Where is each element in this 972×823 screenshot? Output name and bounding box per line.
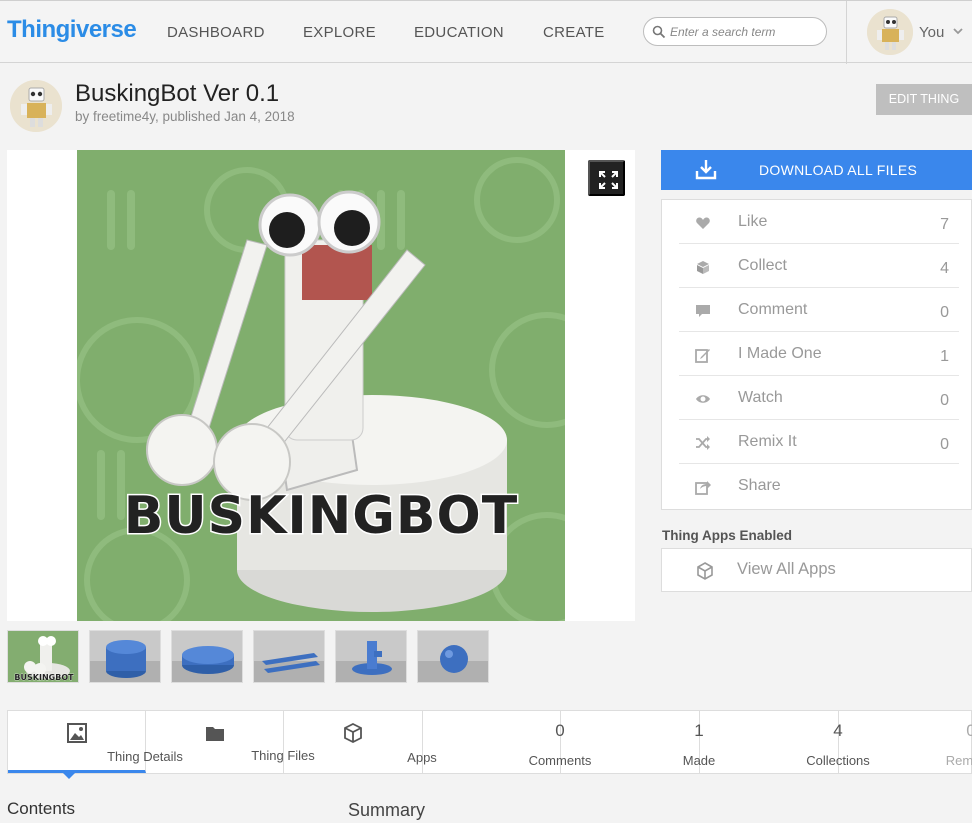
chevron-down-icon[interactable] <box>953 28 963 35</box>
share-icon <box>695 481 711 495</box>
action-count: 0 <box>940 392 949 409</box>
page-title: BuskingBot Ver 0.1 <box>75 80 280 107</box>
download-all-files-button[interactable]: DOWNLOAD ALL FILES <box>661 150 972 190</box>
nav-dashboard[interactable]: DASHBOARD <box>167 24 265 41</box>
thing-actions-panel: Like 7 Collect 4 Comment 0 I Made One 1 … <box>661 199 972 510</box>
remix-action[interactable]: Remix It 0 <box>679 420 959 464</box>
action-count: 4 <box>940 260 949 277</box>
tab-collections[interactable]: 4 Collections <box>700 711 870 773</box>
action-label: Comment <box>738 301 808 318</box>
action-label: Remix It <box>738 433 797 450</box>
tab-made[interactable]: 1 Made <box>561 711 715 773</box>
download-label: DOWNLOAD ALL FILES <box>759 162 918 178</box>
edit-icon <box>695 349 710 363</box>
action-count: 0 <box>940 304 949 321</box>
edit-thing-button[interactable]: EDIT THING <box>876 84 972 115</box>
image-icon <box>66 723 87 743</box>
heart-icon <box>696 217 710 229</box>
thumbnail-1-text: BUSKINGBOT <box>14 673 74 682</box>
tab-thing-files[interactable]: Thing Files <box>146 711 315 773</box>
share-action[interactable]: Share <box>679 464 959 508</box>
collect-action[interactable]: Collect 4 <box>679 244 959 288</box>
action-count: 0 <box>940 436 949 453</box>
view-all-apps-label: View All Apps <box>737 560 836 578</box>
nav-create[interactable]: CREATE <box>543 24 605 41</box>
tab-apps[interactable]: Apps <box>284 711 437 773</box>
thumbnail-6[interactable] <box>417 630 489 683</box>
thumbnail-5[interactable] <box>335 630 407 683</box>
nav-explore[interactable]: EXPLORE <box>303 24 376 41</box>
nav-education[interactable]: EDUCATION <box>414 24 504 41</box>
tab-thing-details[interactable]: Thing Details <box>8 711 183 773</box>
eye-icon <box>696 395 710 403</box>
expand-icon <box>599 171 618 189</box>
top-navigation-bar: Thingiverse DASHBOARD EXPLORE EDUCATION … <box>0 0 972 64</box>
shuffle-icon <box>696 436 710 450</box>
active-tab-pointer <box>62 772 76 779</box>
comment-icon <box>696 305 710 317</box>
action-label: Collect <box>738 257 787 274</box>
tab-label: Remixes <box>945 753 972 768</box>
search-input[interactable] <box>670 22 820 41</box>
thing-byline: by freetime4y, published Jan 4, 2018 <box>75 109 295 124</box>
thumbnail-1[interactable]: BUSKINGBOT <box>7 630 79 683</box>
collect-icon <box>697 261 709 274</box>
thumbnail-4[interactable] <box>253 630 325 683</box>
user-divider <box>846 1 847 64</box>
action-label: Like <box>738 213 768 230</box>
creator-avatar[interactable] <box>10 80 62 132</box>
i-made-one-action[interactable]: I Made One 1 <box>679 332 959 376</box>
fullscreen-button[interactable] <box>588 160 625 196</box>
main-thing-image[interactable]: BUSKINGBOT <box>77 150 565 621</box>
image-title-text: BUSKINGBOT <box>124 486 518 546</box>
tab-count: 0 <box>966 721 972 740</box>
user-menu-label[interactable]: You <box>919 24 944 41</box>
search-icon <box>652 25 666 39</box>
tab-remixes[interactable]: 0 Remixes <box>839 711 972 773</box>
tab-comments[interactable]: 0 Comments <box>423 711 591 773</box>
download-icon <box>695 160 717 180</box>
action-count: 7 <box>940 216 949 233</box>
thumbnail-2[interactable] <box>89 630 161 683</box>
cube-icon <box>344 722 362 744</box>
view-all-apps-button[interactable]: View All Apps <box>661 548 972 592</box>
image-gallery: BUSKINGBOT <box>7 150 635 621</box>
like-action[interactable]: Like 7 <box>679 200 959 244</box>
user-avatar[interactable] <box>867 9 913 55</box>
cube-icon <box>697 562 713 580</box>
search-box[interactable] <box>643 17 827 46</box>
thing-tab-bar: Thing Details Thing Files Apps 0 Comment… <box>7 710 972 774</box>
action-label: Watch <box>738 389 783 406</box>
folder-icon <box>205 727 224 741</box>
contents-heading: Contents <box>7 799 76 818</box>
summary-heading: Summary <box>348 800 426 820</box>
watch-action[interactable]: Watch 0 <box>679 376 959 420</box>
action-label: I Made One <box>738 345 822 362</box>
thumbnail-3[interactable] <box>171 630 243 683</box>
apps-heading: Thing Apps Enabled <box>662 528 792 543</box>
thingiverse-logo[interactable]: Thingiverse <box>7 16 137 44</box>
action-label: Share <box>738 477 781 494</box>
action-count: 1 <box>940 348 949 365</box>
comment-action[interactable]: Comment 0 <box>679 288 959 332</box>
